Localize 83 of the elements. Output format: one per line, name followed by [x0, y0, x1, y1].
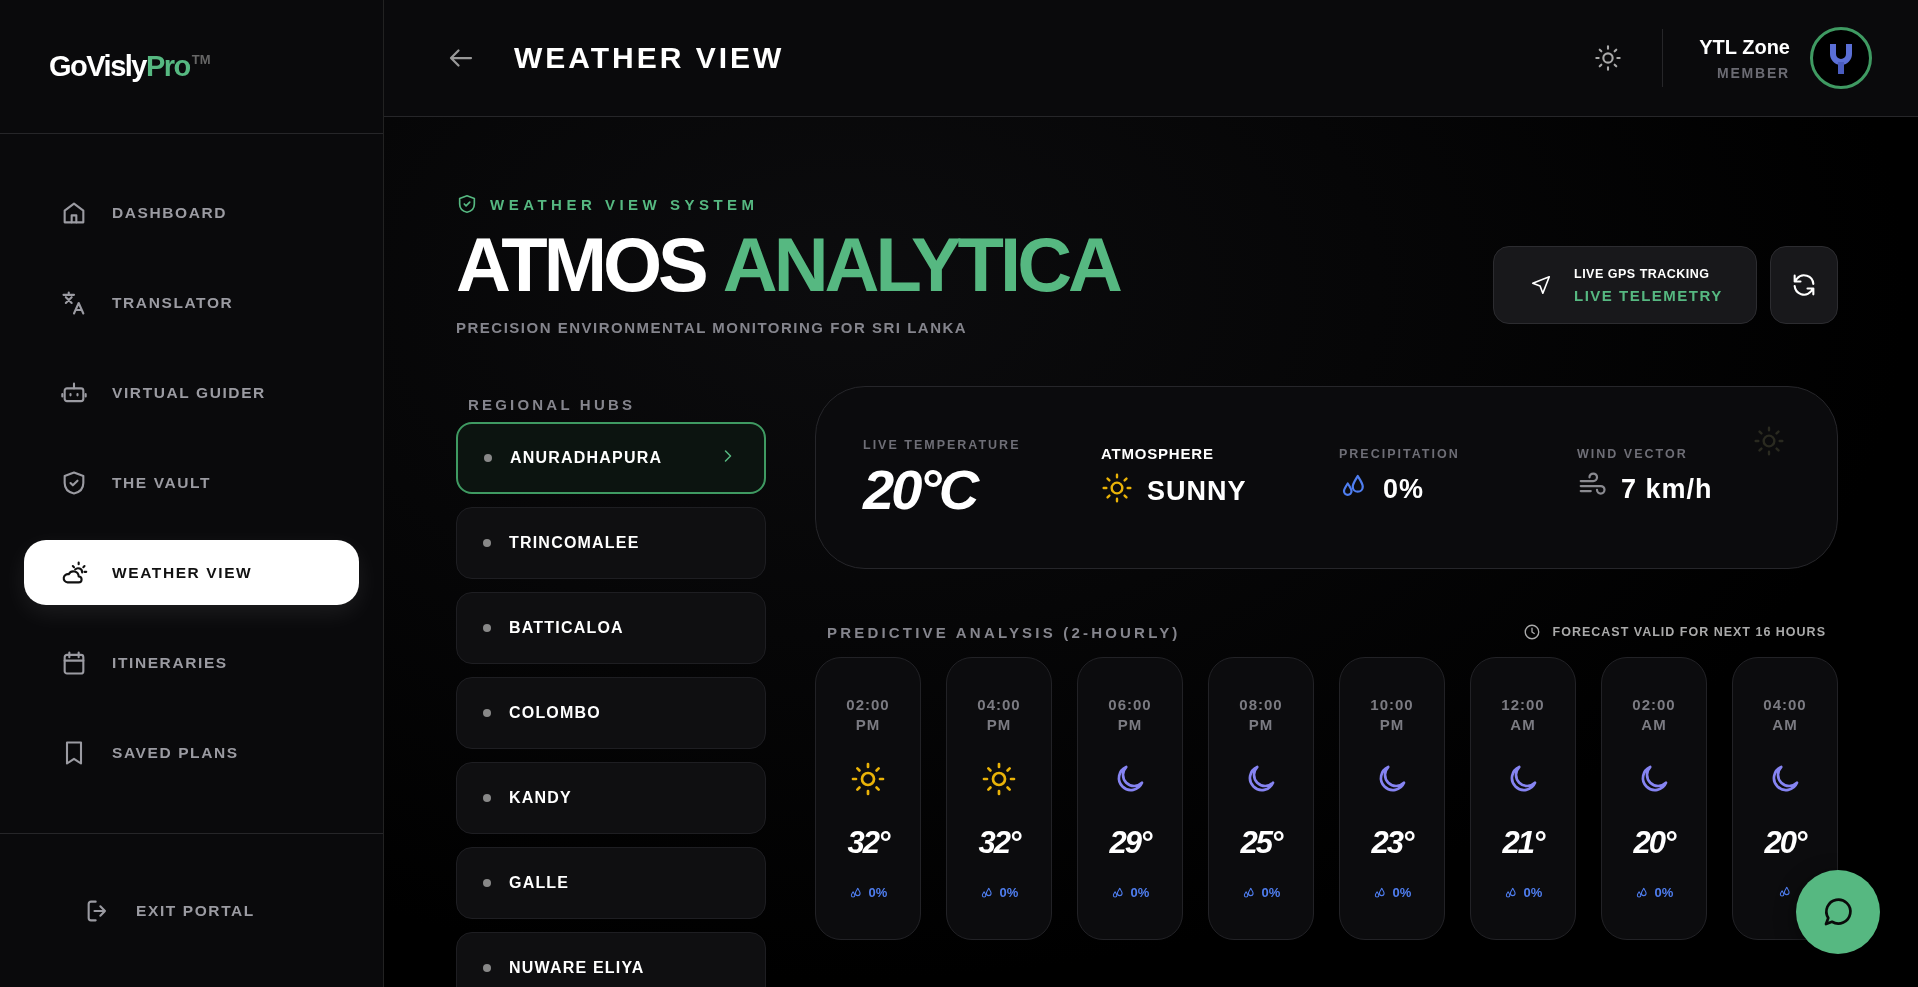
navigation-icon: [1530, 274, 1552, 296]
hero-title-accent: ANALYTICA: [722, 227, 1119, 303]
forecast-time: 02:00 PM: [846, 695, 890, 735]
droplets-icon: [1372, 885, 1387, 900]
rain-chance: 0%: [868, 885, 888, 900]
metric-value: 20°C: [863, 461, 977, 518]
sun-icon: [981, 761, 1017, 797]
page-title: WEATHER VIEW: [514, 41, 786, 75]
droplets-icon: [979, 885, 994, 900]
nav-item[interactable]: WEATHER VIEW: [24, 540, 359, 605]
rain-chance: 0%: [1523, 885, 1543, 900]
clock-icon: [1522, 623, 1541, 641]
exit-portal-button[interactable]: EXIT PORTAL: [84, 896, 255, 925]
metric-value: 7 km/h: [1621, 474, 1713, 505]
shield-icon: [456, 193, 478, 215]
forecast-note: FORECAST VALID FOR NEXT 16 HOURS: [1552, 625, 1826, 639]
forecast-temperature: 32°: [847, 825, 889, 861]
hub-item[interactable]: BATTICALOA: [456, 592, 766, 664]
bullet-dot: [483, 794, 491, 802]
bullet-dot: [483, 879, 491, 887]
bullet-dot: [484, 454, 492, 462]
droplets-icon: [848, 885, 863, 900]
refresh-button[interactable]: [1770, 246, 1838, 324]
forecast-temperature: 21°: [1502, 825, 1544, 861]
sun-icon: [1101, 471, 1133, 504]
nav-item[interactable]: VIRTUAL GUIDER: [24, 360, 359, 425]
sun-icon: [850, 761, 886, 797]
rain-chance: 0%: [1392, 885, 1412, 900]
hub-item[interactable]: NUWARE ELIYA: [456, 932, 766, 987]
metric-label: LIVE TEMPERATURE: [863, 437, 1022, 452]
sun-icon: [1753, 425, 1785, 457]
hub-item[interactable]: KANDY: [456, 762, 766, 834]
hero-tagline: PRECISION ENVIRONMENTAL MONITORING FOR SRI LANKA: [456, 319, 969, 336]
nav-item[interactable]: SAVED PLANS: [24, 720, 359, 785]
forecast-time: 10:00 PM: [1370, 695, 1414, 735]
nav-item[interactable]: TRANSLATOR: [24, 270, 359, 335]
hub-item[interactable]: COLOMBO: [456, 677, 766, 749]
hub-item[interactable]: GALLE: [456, 847, 766, 919]
forecast-temperature: 32°: [978, 825, 1020, 861]
metric-value: SUNNY: [1147, 475, 1247, 507]
brand-logo[interactable]: GoVislyPro$^{TM}$: [49, 50, 211, 83]
forecast-temperature: 20°: [1633, 825, 1675, 861]
bullet-dot: [483, 539, 491, 547]
rain-chance: 0%: [1130, 885, 1150, 900]
bullet-dot: [483, 709, 491, 717]
bullet-dot: [483, 624, 491, 632]
forecast-temperature: 29°: [1109, 825, 1151, 861]
droplets-icon: [1634, 885, 1649, 900]
hero-title: ATMOS: [456, 227, 705, 303]
metric-label: ATMOSPHERE: [1101, 444, 1215, 462]
forecast-time: 04:00 PM: [977, 695, 1021, 735]
rain-chance: 0%: [999, 885, 1019, 900]
section-eyebrow: WEATHER VIEW SYSTEM: [490, 195, 759, 213]
gps-tracking-button[interactable]: LIVE GPS TRACKING LIVE TELEMETRY: [1493, 246, 1757, 324]
sun-icon: [1594, 44, 1623, 72]
droplets-icon: [1110, 885, 1125, 900]
section-title: PREDICTIVE ANALYSIS (2-HOURLY): [827, 623, 1181, 641]
droplets-icon: [1503, 885, 1518, 900]
forecast-time: 08:00 PM: [1239, 695, 1283, 735]
droplets-icon: [1241, 885, 1256, 900]
droplets-icon: [1778, 885, 1792, 899]
hub-item[interactable]: TRINCOMALEE: [456, 507, 766, 579]
nav-item[interactable]: ITINERARIES: [24, 630, 359, 695]
theme-toggle[interactable]: [1594, 44, 1623, 72]
forecast-temperature: 20°: [1764, 825, 1806, 861]
forecast-time: 02:00 AM: [1632, 695, 1676, 735]
bullet-dot: [483, 964, 491, 972]
metric-label: PRECIPITATION: [1339, 447, 1461, 461]
rain-chance: 0%: [1261, 885, 1281, 900]
user-name: YTL Zone: [1699, 35, 1790, 59]
section-title: REGIONAL HUBS: [467, 394, 637, 415]
forecast-time: 04:00 AM: [1763, 695, 1807, 735]
hub-item[interactable]: ANURADHAPURA: [456, 422, 766, 494]
rain-chance: 0%: [1654, 885, 1674, 900]
user-role: MEMBER: [1716, 64, 1790, 81]
forecast-time: 06:00 PM: [1108, 695, 1152, 735]
nav-item[interactable]: THE VAULT: [24, 450, 359, 515]
forecast-temperature: 23°: [1371, 825, 1413, 861]
forecast-time: 12:00 AM: [1501, 695, 1545, 735]
metric-value: 0%: [1383, 474, 1425, 505]
nav-item[interactable]: DASHBOARD: [24, 180, 359, 245]
forecast-temperature: 25°: [1240, 825, 1282, 861]
metric-label: WIND VECTOR: [1577, 447, 1689, 461]
